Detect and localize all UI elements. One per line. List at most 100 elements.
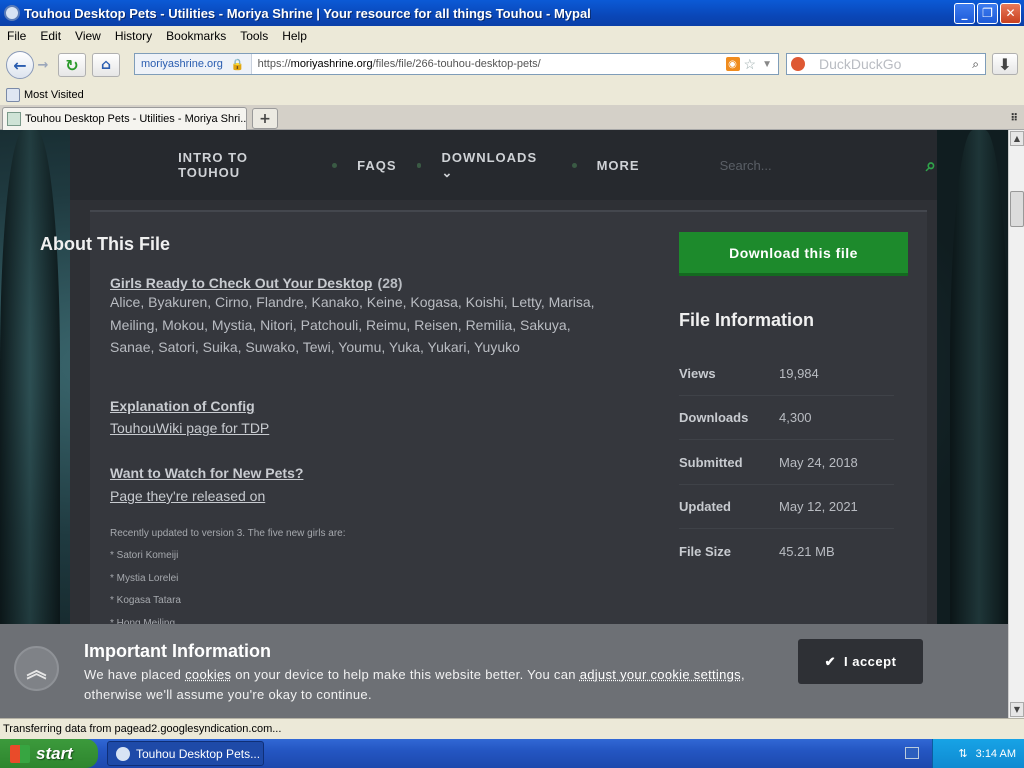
file-info-value: 4,300 xyxy=(779,410,812,425)
address-bar[interactable]: moriyashrine.org 🔒 https://moriyashrine.… xyxy=(134,53,779,75)
accept-label: I accept xyxy=(843,654,897,669)
nav-separator xyxy=(332,162,338,168)
cookie-text: We have placed cookies on your device to… xyxy=(84,667,745,702)
file-info-key: File Size xyxy=(679,544,732,559)
new-tab-button[interactable]: + xyxy=(252,108,278,129)
tab-strip: Touhou Desktop Pets - Utilities - Moriya… xyxy=(0,105,1024,130)
windows-logo-icon xyxy=(10,744,30,763)
keyboard-icon[interactable] xyxy=(905,747,919,759)
url-dropdown-icon[interactable]: ▼ xyxy=(762,59,772,70)
new-girl-item: * Satori Komeiji xyxy=(110,550,179,561)
browser-task-icon xyxy=(116,746,130,761)
bookmark-most-visited[interactable]: Most Visited xyxy=(24,89,84,101)
file-info-key: Downloads xyxy=(679,410,749,425)
url-text[interactable]: https://moriyashrine.org/files/file/266-… xyxy=(252,58,726,70)
cookie-settings-link[interactable]: adjust your cookie settings xyxy=(580,667,741,682)
nav-more[interactable]: MORE xyxy=(597,158,640,173)
reload-button[interactable]: ↻ xyxy=(58,53,86,77)
menu-history[interactable]: History xyxy=(108,29,159,43)
home-button[interactable]: ⌂ xyxy=(92,53,120,77)
arrow-right-icon: → xyxy=(37,57,49,73)
girls-heading-link[interactable]: Girls Ready to Check Out Your Desktop xyxy=(110,275,372,291)
scroll-up-icon[interactable]: ▲ xyxy=(1010,131,1024,146)
girls-count: (28) xyxy=(377,275,403,291)
menu-bar: File Edit View History Bookmarks Tools H… xyxy=(0,26,1024,46)
menu-bookmarks[interactable]: Bookmarks xyxy=(159,29,233,43)
explanation-of-config-link[interactable]: Explanation of Config xyxy=(110,398,255,414)
site-search-input[interactable]: Search... xyxy=(720,158,926,173)
nav-separator xyxy=(571,162,577,168)
taskbar-window-button[interactable]: Touhou Desktop Pets... xyxy=(107,741,264,766)
close-button[interactable]: ✕ xyxy=(1000,2,1021,24)
file-info-value: May 24, 2018 xyxy=(779,455,858,470)
tab-touhou-desktop-pets[interactable]: Touhou Desktop Pets - Utilities - Moriya… xyxy=(2,107,247,130)
menu-view[interactable]: View xyxy=(68,29,108,43)
duckduckgo-icon[interactable] xyxy=(791,57,805,71)
search-icon[interactable]: ⌕ xyxy=(972,57,979,72)
file-info-row: Submitted May 24, 2018 xyxy=(679,455,894,485)
bookmarks-toolbar: Most Visited xyxy=(0,84,1024,105)
home-icon: ⌂ xyxy=(100,57,112,73)
search-bar[interactable]: DuckDuckGo ⌕ xyxy=(786,53,986,75)
arrow-left-icon: ← xyxy=(13,55,27,75)
file-info-value: May 12, 2021 xyxy=(779,499,858,514)
menu-file[interactable]: File xyxy=(0,29,33,43)
forward-button[interactable]: → xyxy=(34,51,52,79)
scroll-to-top-button[interactable]: ︽ xyxy=(14,646,59,691)
task-label: Touhou Desktop Pets... xyxy=(136,746,261,761)
reload-icon: ↻ xyxy=(65,55,79,75)
checkmark-icon: ✔ xyxy=(824,653,836,669)
scroll-thumb[interactable] xyxy=(1010,191,1024,227)
clock[interactable]: 3:14 AM xyxy=(976,748,1016,760)
menu-edit[interactable]: Edit xyxy=(33,29,68,43)
file-info-key: Updated xyxy=(679,499,731,514)
bookmark-star-icon[interactable]: ☆ xyxy=(744,56,757,73)
about-this-file-heading: About This File xyxy=(40,234,170,254)
rss-feed-icon[interactable]: ◉ xyxy=(725,57,740,71)
new-girl-item: * Kogasa Tatara xyxy=(110,595,181,606)
maximize-button[interactable]: ❐ xyxy=(977,2,998,24)
start-button[interactable]: start xyxy=(0,739,98,768)
release-page-link[interactable]: Page they're released on xyxy=(110,488,265,504)
window-title: Touhou Desktop Pets - Utilities - Moriya… xyxy=(24,5,591,21)
search-engine-placeholder: DuckDuckGo xyxy=(819,55,902,72)
file-info-value: 45.21 MB xyxy=(779,544,835,559)
lock-icon: 🔒 xyxy=(230,58,245,71)
navigation-toolbar: ← → ↻ ⌂ moriyashrine.org 🔒 https://moriy… xyxy=(0,46,1024,84)
tab-title: Touhou Desktop Pets - Utilities - Moriya… xyxy=(25,113,247,125)
accept-cookies-button[interactable]: ✔ I accept xyxy=(798,639,923,684)
start-label: start xyxy=(36,743,73,763)
system-tray: ⇅ 3:14 AM xyxy=(932,739,1024,768)
page-scrollbar[interactable]: ▲ ▼ xyxy=(1008,130,1024,718)
site-identity-button[interactable]: moriyashrine.org 🔒 xyxy=(135,54,252,74)
windows-taskbar: start Touhou Desktop Pets... ⇅ 3:14 AM xyxy=(0,739,1024,768)
network-icon[interactable]: ⇅ xyxy=(958,747,967,760)
scroll-down-icon[interactable]: ▼ xyxy=(1010,702,1024,717)
file-info-row: File Size 45.21 MB xyxy=(679,544,894,574)
watch-new-pets-link[interactable]: Want to Watch for New Pets? xyxy=(110,465,303,481)
download-file-button[interactable]: Download this file xyxy=(679,232,908,276)
menu-tools[interactable]: Tools xyxy=(233,29,275,43)
menu-help[interactable]: Help xyxy=(275,29,314,43)
nav-downloads[interactable]: DOWNLOADS ⌄ xyxy=(441,150,551,181)
new-girl-item: * Mystia Lorelei xyxy=(110,573,179,584)
back-button[interactable]: ← xyxy=(6,51,34,79)
list-all-tabs-icon[interactable]: ⠿ xyxy=(1010,113,1018,124)
title-bar: Touhou Desktop Pets - Utilities - Moriya… xyxy=(0,0,1024,26)
update-note: Recently updated to version 3. The five … xyxy=(110,528,346,539)
cookie-title: Important Information xyxy=(84,641,271,661)
cookies-link[interactable]: cookies xyxy=(185,667,231,682)
touhouwiki-tdp-link[interactable]: TouhouWiki page for TDP xyxy=(110,420,269,436)
plus-icon: + xyxy=(259,110,271,127)
downloads-button[interactable]: ⬇ xyxy=(992,53,1018,75)
site-favicon-icon xyxy=(7,112,21,126)
minimize-button[interactable]: _ xyxy=(954,2,975,24)
nav-intro-to-touhou[interactable]: INTRO TO TOUHOU xyxy=(178,150,312,180)
site-search-icon[interactable]: ⌕ xyxy=(926,155,937,176)
nav-faqs[interactable]: FAQS xyxy=(357,158,396,173)
file-info-row: Downloads 4,300 xyxy=(679,410,894,440)
site-navigation: INTRO TO TOUHOU FAQS DOWNLOADS ⌄ MORE Se… xyxy=(70,130,937,200)
bookmark-folder-icon xyxy=(6,87,20,102)
file-information-heading: File Information xyxy=(679,310,814,330)
site-identity-label: moriyashrine.org xyxy=(141,58,223,70)
